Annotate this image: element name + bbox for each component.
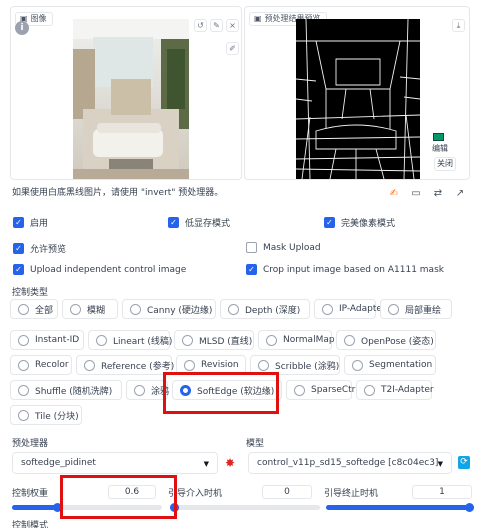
guidance-end-slider[interactable]	[326, 503, 474, 512]
pixel-perfect-label: 完美像素模式	[341, 219, 396, 229]
guidance-start-input[interactable]: 0	[262, 485, 312, 499]
softedge-highlight-box	[163, 372, 279, 414]
guidance-end-label: 引导终止时机	[324, 489, 379, 499]
edge-preview-image	[296, 19, 420, 179]
model-label: 模型	[246, 439, 265, 449]
radio-option[interactable]: Reference (参考)	[76, 355, 174, 375]
check-icon: ✓	[168, 217, 179, 228]
undo-icon[interactable]: ↺	[194, 19, 207, 32]
radio-option[interactable]: Shuffle (随机洗牌)	[10, 380, 122, 400]
control-image	[73, 19, 189, 179]
enable-checkbox[interactable]: ✓ 启用	[13, 216, 48, 229]
control-weight-label: 控制权重	[12, 489, 49, 499]
download-icon[interactable]: ⤓	[452, 19, 465, 32]
control-weight-fill	[12, 505, 57, 510]
preprocessor-preview-panel: ▣ 预处理结果预览 ⤓ 编辑 关闭	[244, 6, 470, 180]
radio-option[interactable]: Canny (硬边缘)	[122, 299, 216, 319]
edit-image-icon[interactable]	[433, 133, 444, 141]
low-vram-checkbox[interactable]: ✓ 低显存模式	[168, 216, 230, 229]
model-value: control_v11p_sd15_softedge [c8c04ec3]	[257, 458, 439, 468]
check-icon: ✓	[13, 264, 24, 275]
radio-option[interactable]: Lineart (线稿)	[88, 330, 172, 350]
radio-option[interactable]: IP-Adapter	[314, 299, 386, 319]
close-preview-button[interactable]: 关闭	[434, 157, 456, 171]
chevron-down-icon: ▼	[437, 460, 443, 468]
guidance-end-fill	[326, 505, 474, 510]
close-icon[interactable]: ×	[226, 19, 239, 32]
camera-icon[interactable]: ▭	[410, 188, 422, 200]
upload-independent-checkbox[interactable]: ✓ Upload independent control image	[13, 264, 186, 275]
invert-hint-text: 如果使用白底黑线图片，请使用 "invert" 预处理器。	[12, 188, 224, 198]
radio-option[interactable]: OpenPose (姿态)	[336, 330, 436, 350]
pen-icon[interactable]: ✐	[226, 42, 239, 55]
radio-option[interactable]: Depth (深度)	[220, 299, 310, 319]
low-vram-label: 低显存模式	[185, 219, 231, 229]
refresh-models-icon[interactable]: ⟳	[458, 456, 470, 469]
check-icon: ✓	[246, 264, 257, 275]
edit-button[interactable]: 编辑	[432, 143, 448, 154]
control-image-panel[interactable]: ▣ 图像 i ↺ ✎ × ✐	[10, 6, 242, 180]
radio-option[interactable]: Recolor	[10, 355, 72, 375]
brush-icon[interactable]: ✎	[210, 19, 223, 32]
run-preprocessor-icon[interactable]: ✸	[225, 456, 235, 470]
enable-label: 启用	[30, 219, 49, 229]
mask-upload-checkbox[interactable]: Mask Upload	[246, 242, 321, 253]
radio-option[interactable]: 局部重绘	[380, 299, 452, 319]
crop-input-label: Crop input image based on A1111 mask	[263, 264, 444, 275]
guidance-end-handle[interactable]	[465, 503, 474, 512]
chevron-down-icon: ▼	[203, 460, 209, 468]
radio-option[interactable]: Segmentation	[344, 355, 436, 375]
preprocessor-select[interactable]: softedge_pidinet ▼	[12, 452, 218, 474]
edit-doc-icon[interactable]: ✍	[388, 188, 400, 200]
preview-tag-icon: ▣	[254, 14, 262, 23]
guidance-end-input[interactable]: 1	[412, 485, 472, 499]
radio-option[interactable]: SparseCtrl	[286, 380, 358, 400]
allow-preview-checkbox[interactable]: ✓ 允许预览	[13, 242, 66, 255]
allow-preview-label: 允许预览	[30, 245, 67, 255]
radio-option[interactable]: 全部	[10, 299, 58, 319]
check-icon: ✓	[13, 243, 24, 254]
model-select[interactable]: control_v11p_sd15_softedge [c8c04ec3] ▼	[248, 452, 452, 474]
radio-option[interactable]: MLSD (直线)	[174, 330, 254, 350]
swap-icon[interactable]: ⇄	[432, 188, 444, 200]
preprocessor-label: 预处理器	[12, 439, 49, 449]
image-tag-label: 图像	[30, 14, 47, 23]
radio-option[interactable]: 涂鸦	[126, 380, 169, 400]
preprocessor-value: softedge_pidinet	[21, 458, 96, 468]
radio-option[interactable]: T2I-Adapter	[356, 380, 434, 400]
mask-upload-label: Mask Upload	[263, 242, 321, 253]
send-icon[interactable]: ↗	[454, 188, 466, 200]
crop-input-checkbox[interactable]: ✓ Crop input image based on A1111 mask	[246, 264, 444, 275]
check-icon: ✓	[13, 217, 24, 228]
radio-option[interactable]: NormalMap	[258, 330, 335, 350]
radio-option[interactable]: Tile (分块)	[10, 405, 82, 425]
radio-option[interactable]: 模糊	[62, 299, 118, 319]
control-weight-highlight-box	[60, 475, 177, 519]
info-icon[interactable]: i	[15, 21, 29, 35]
check-icon: ✓	[324, 217, 335, 228]
utility-toolbar: ✍ ▭ ⇄ ↗	[388, 188, 466, 200]
guidance-start-slider[interactable]	[170, 503, 320, 512]
radio-option[interactable]: Instant-ID	[10, 330, 84, 350]
pixel-perfect-checkbox[interactable]: ✓ 完美像素模式	[324, 216, 395, 229]
upload-independent-label: Upload independent control image	[30, 264, 187, 275]
control-type-label: 控制类型	[12, 288, 49, 298]
control-mode-label: 控制模式	[12, 521, 49, 528]
